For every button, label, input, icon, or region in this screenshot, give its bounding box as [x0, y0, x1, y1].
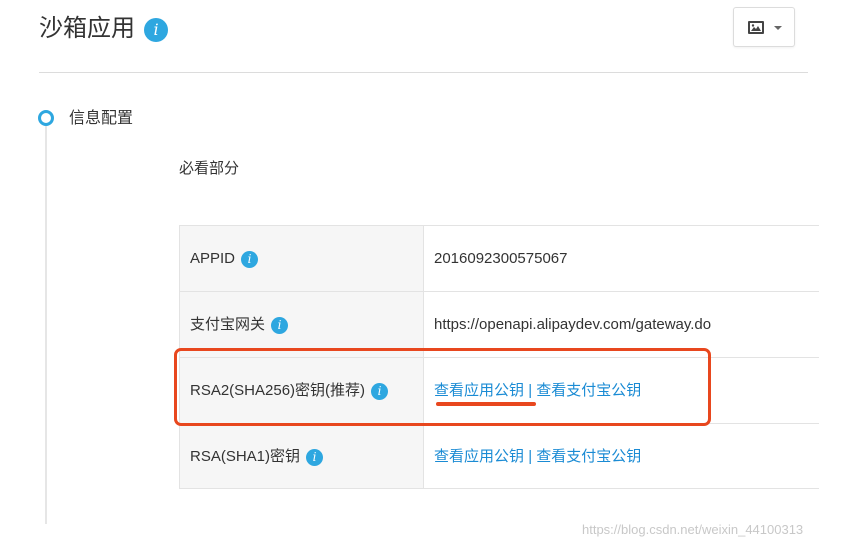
label-cell: RSA(SHA1)密钥 i	[179, 424, 424, 488]
table-row: RSA(SHA1)密钥 i 查看应用公钥 | 查看支付宝公钥	[179, 423, 819, 489]
info-icon[interactable]: i	[271, 317, 289, 334]
annotation-highlight-box	[174, 348, 711, 426]
row-label: RSA(SHA1)密钥 i	[190, 446, 324, 468]
label-cell: APPID i	[179, 226, 424, 291]
annotation-underline	[436, 402, 536, 406]
image-icon	[748, 21, 764, 34]
row-label: APPID i	[190, 248, 259, 270]
watermark: https://blog.csdn.net/weixin_44100313	[582, 522, 804, 537]
timeline-line	[45, 126, 47, 524]
rsa-links: 查看应用公钥 | 查看支付宝公钥	[434, 446, 641, 468]
info-icon[interactable]: i	[241, 251, 259, 268]
chevron-down-icon	[774, 26, 782, 30]
appid-value: 2016092300575067	[434, 250, 568, 267]
info-icon[interactable]: i	[306, 449, 324, 466]
subsection-title: 必看部分	[179, 160, 240, 177]
image-dropdown-button[interactable]	[733, 7, 795, 47]
header-divider	[39, 72, 808, 73]
view-alipay-public-key-link[interactable]: 查看支付宝公钥	[536, 448, 641, 465]
title-info-icon[interactable]: i	[144, 18, 168, 42]
section-title: 信息配置	[69, 110, 134, 127]
table-row: APPID i 2016092300575067	[179, 225, 819, 291]
view-app-public-key-link[interactable]: 查看应用公钥	[434, 448, 524, 465]
gateway-value: https://openapi.alipaydev.com/gateway.do	[434, 316, 712, 333]
row-label: 支付宝网关 i	[190, 314, 289, 336]
timeline-dot	[38, 110, 54, 126]
link-separator: |	[528, 448, 533, 465]
page-title: 沙箱应用	[39, 15, 135, 42]
